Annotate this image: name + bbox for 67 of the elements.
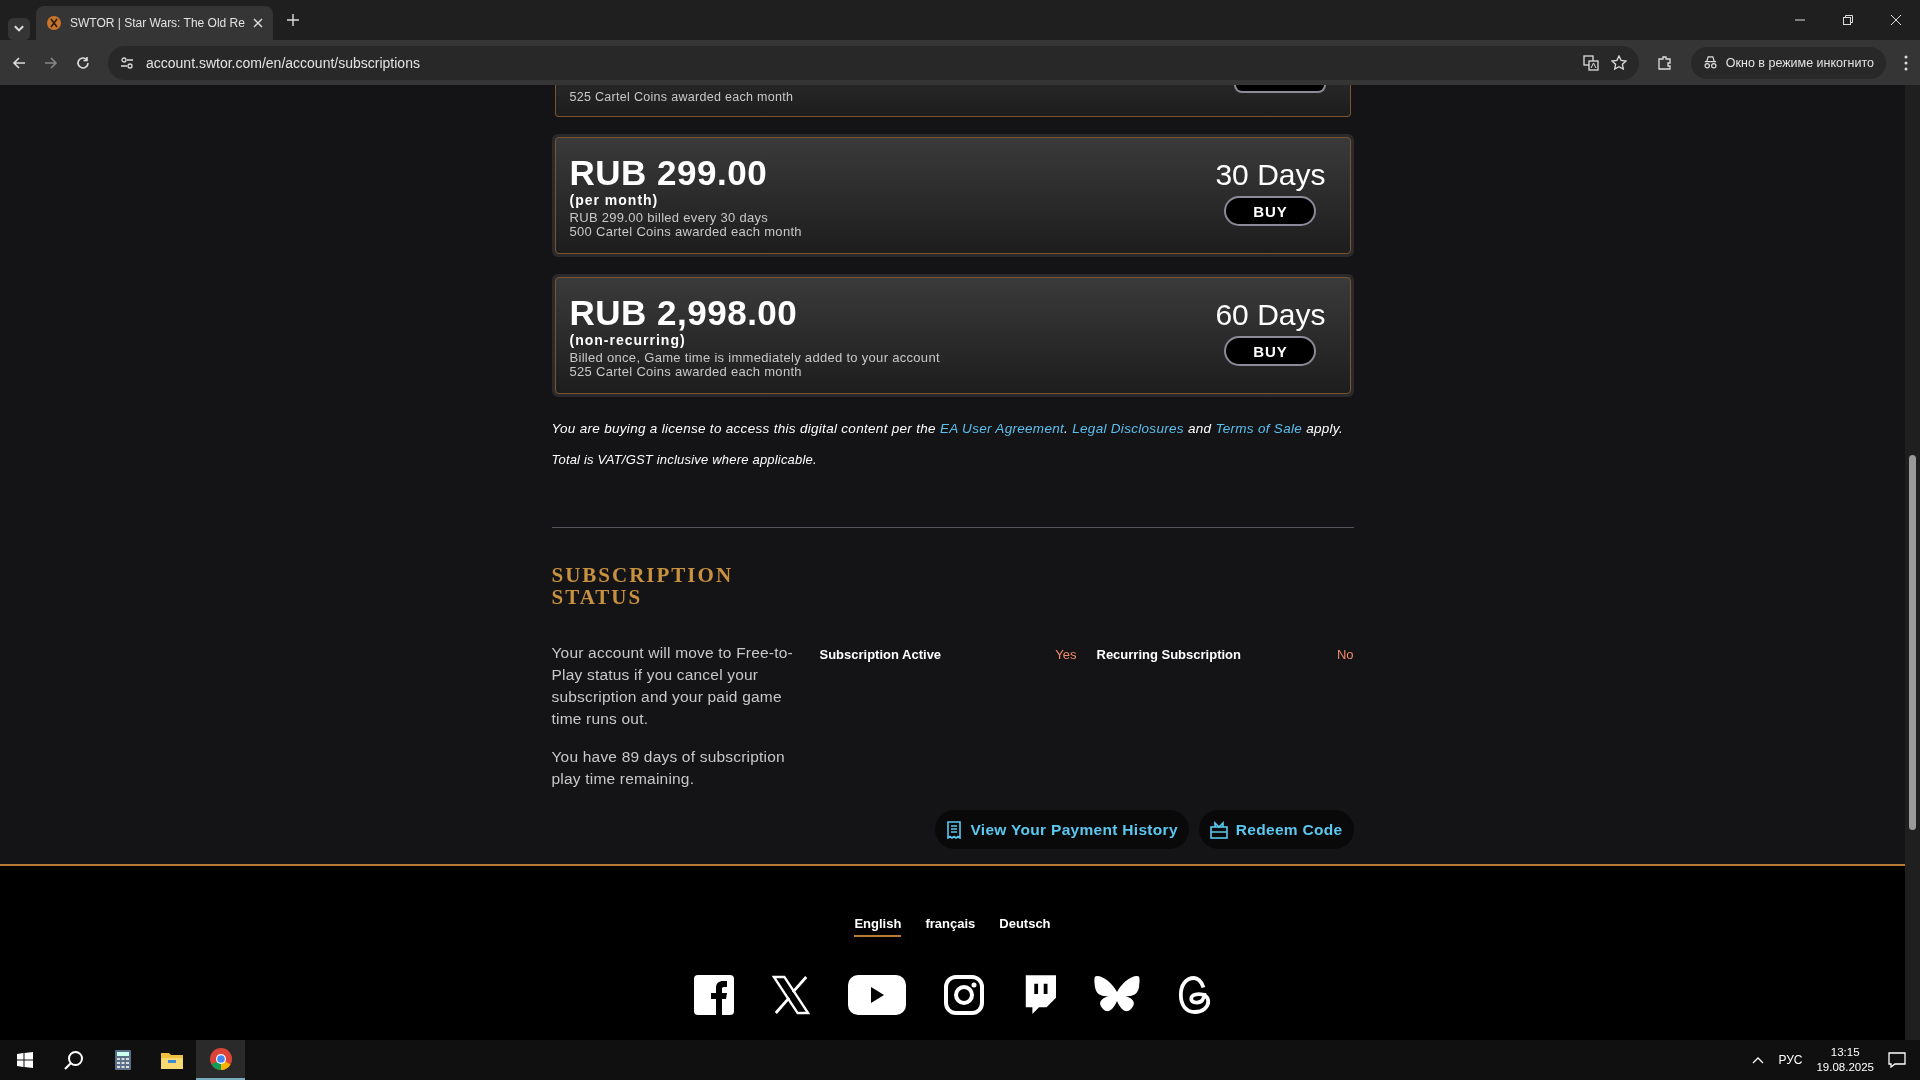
new-tab-icon[interactable] <box>286 14 299 26</box>
plan-detail: Billed once, Game time is immediately added to your account <box>569 351 940 365</box>
menu-icon[interactable] <box>1904 54 1908 71</box>
plan-detail: RUB 299.00 billed every 30 days <box>569 211 770 225</box>
plan-detail: 525 Cartel Coins awarded each month <box>569 90 794 106</box>
calculator-icon[interactable] <box>114 1050 131 1070</box>
plan-price: RUB 2,998.00 <box>569 294 799 332</box>
threads-icon[interactable] <box>1177 975 1212 1015</box>
plan-detail: 525 Cartel Coins awarded each month <box>569 365 803 379</box>
search-icon[interactable] <box>63 1050 84 1070</box>
receipt-icon <box>946 820 963 839</box>
buy-button[interactable]: BUY <box>1224 196 1317 226</box>
tab-list-icon[interactable] <box>8 18 30 40</box>
clock[interactable]: 13:15 19.08.2025 <box>1816 1045 1874 1075</box>
buy-button[interactable] <box>1233 85 1326 93</box>
incognito-icon <box>1702 55 1718 70</box>
back-icon[interactable] <box>12 55 26 70</box>
reload-icon[interactable] <box>76 55 90 70</box>
plan-term: (per month) <box>569 192 660 208</box>
plan-detail: 500 Cartel Coins awarded each month <box>569 225 802 239</box>
close-icon[interactable] <box>1891 15 1901 25</box>
legal-link[interactable]: Terms of Sale <box>1215 421 1303 436</box>
restore-icon[interactable] <box>1843 15 1853 25</box>
language-link[interactable]: Deutsch <box>999 916 1051 937</box>
license-notice: You are buying a license to access this digital content per the EA User Agreement. Legal Disclosures and Terms of Sale apply. <box>551 421 1344 436</box>
taskbar-app-button[interactable] <box>196 1040 245 1080</box>
legal-link[interactable]: Legal Disclosures <box>1072 421 1184 436</box>
translate-icon[interactable] <box>1582 54 1599 71</box>
address-field[interactable]: account.swtor.com/en/account/subscriptions <box>108 45 1639 80</box>
language-link[interactable]: français <box>925 916 976 937</box>
payment-history-button[interactable]: View Your Payment History <box>935 810 1189 849</box>
star-icon[interactable] <box>1610 54 1627 71</box>
tab-title: SWTOR | Star Wars: The Old Re <box>70 16 245 30</box>
field-value: Yes <box>1055 647 1077 664</box>
notifications-icon[interactable] <box>1888 1052 1906 1068</box>
scrollbar[interactable] <box>1905 85 1920 1040</box>
plan-duration: 60 Days <box>1215 298 1326 332</box>
start-icon[interactable] <box>16 1052 33 1068</box>
site-settings-icon[interactable] <box>120 55 134 70</box>
incognito-button[interactable]: Окно в режиме инкогнито <box>1690 46 1886 79</box>
x-icon[interactable] <box>771 975 810 1015</box>
field-value: No <box>1336 647 1354 664</box>
site-logo-icon <box>46 15 62 31</box>
browser-icon[interactable] <box>208 1047 233 1071</box>
forward-icon[interactable] <box>44 55 58 70</box>
plan-price: RUB 299.00 <box>569 154 769 192</box>
close-icon[interactable] <box>252 18 263 28</box>
file-explorer-icon[interactable] <box>160 1051 183 1069</box>
section-heading: SUBSCRIPTION STATUS <box>551 564 735 608</box>
vat-note: Total is VAT/GST inclusive where applicable. <box>551 452 818 467</box>
plan-duration: 30 Days <box>1215 158 1326 192</box>
gift-icon <box>1209 820 1228 839</box>
status-description: You have 89 days of subscription play time remaining. <box>551 747 786 789</box>
language-link[interactable]: English <box>854 916 902 937</box>
buy-button[interactable]: BUY <box>1224 336 1317 366</box>
redeem-code-button[interactable]: Redeem Code <box>1198 810 1354 849</box>
chevron-up-icon[interactable] <box>1752 1056 1765 1064</box>
status-description: Your account will move to Free-to-Play status if you cancel your subscription and your paid game time runs out. <box>551 643 794 729</box>
extensions-icon[interactable] <box>1656 54 1673 71</box>
youtube-icon[interactable] <box>847 975 906 1015</box>
instagram-icon[interactable] <box>943 975 984 1015</box>
facebook-icon[interactable] <box>693 975 734 1015</box>
field-label: Subscription Active <box>819 647 942 664</box>
field-label: Recurring Subscription <box>1096 647 1241 664</box>
browser-tab[interactable]: SWTOR | Star Wars: The Old Re <box>36 6 273 40</box>
plan-term: (non-recurring) <box>569 332 687 348</box>
input-language[interactable]: РУС <box>1778 1053 1803 1067</box>
